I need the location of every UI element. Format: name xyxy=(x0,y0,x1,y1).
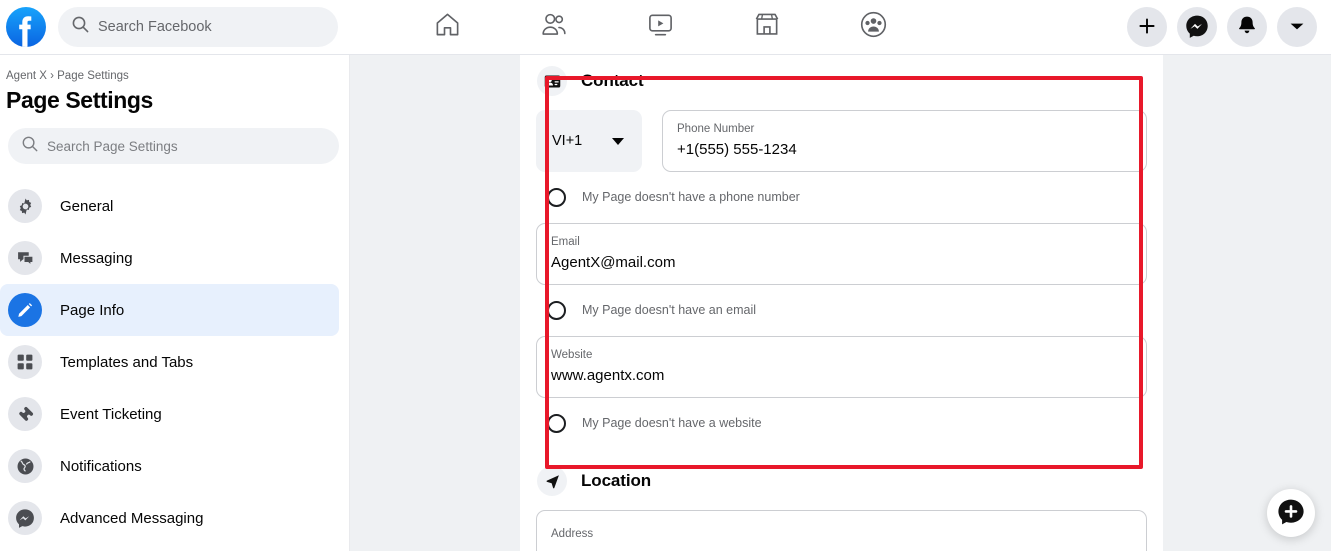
email-label: Email xyxy=(551,236,580,248)
country-code-select[interactable]: VI+1 xyxy=(536,110,642,172)
sidebar-item-label: Notifications xyxy=(60,457,142,475)
marketplace-icon xyxy=(754,11,780,43)
no-email-radio[interactable] xyxy=(547,300,566,320)
no-email-label: My Page doesn't have an email xyxy=(582,303,757,317)
contact-card-icon xyxy=(537,66,567,96)
email-input[interactable]: Email AgentX@mail.com xyxy=(536,223,1147,285)
caret-down-icon xyxy=(612,137,624,145)
nav-marketplace[interactable] xyxy=(728,4,806,50)
topbar-actions-group xyxy=(1127,0,1317,54)
country-code-value: VI+1 xyxy=(552,133,583,149)
page-info-card: Contact VI+1 Phone Number +1(555) 555-12… xyxy=(520,55,1163,551)
chevron-down-icon xyxy=(1289,20,1305,35)
messenger-icon xyxy=(1185,14,1209,41)
nav-home[interactable] xyxy=(408,4,486,50)
sidebar-item-notifications[interactable]: Notifications xyxy=(0,440,339,492)
chat-bubbles-icon xyxy=(8,241,42,275)
phone-number-value: +1(555) 555-1234 xyxy=(677,141,797,158)
account-menu-button[interactable] xyxy=(1277,7,1317,47)
topbar-left-group: Search Facebook xyxy=(0,7,338,47)
new-message-fab[interactable] xyxy=(1267,489,1315,537)
groups-icon xyxy=(860,11,887,43)
no-phone-radio-row[interactable]: My Page doesn't have a phone number xyxy=(536,177,1147,217)
address-input[interactable]: Address xyxy=(536,510,1147,551)
sidebar-item-label: Messaging xyxy=(60,249,133,267)
sidebar-search-placeholder: Search Page Settings xyxy=(47,138,178,154)
sidebar-item-label: Advanced Messaging xyxy=(60,509,204,527)
sidebar-item-label: Event Ticketing xyxy=(60,405,162,423)
sidebar-item-general[interactable]: General xyxy=(0,180,339,232)
website-value: www.agentx.com xyxy=(551,367,665,384)
facebook-page-settings-screen: Search Facebook Agent X › Page Settings … xyxy=(0,0,1331,551)
sidebar-item-page-info[interactable]: Page Info xyxy=(0,284,339,336)
create-button[interactable] xyxy=(1127,7,1167,47)
search-input[interactable]: Search Facebook xyxy=(58,7,338,47)
phone-row: VI+1 Phone Number +1(555) 555-1234 xyxy=(536,107,1147,172)
ticket-icon xyxy=(8,397,42,431)
email-value: AgentX@mail.com xyxy=(551,254,676,271)
sidebar-item-label: Page Info xyxy=(60,301,125,319)
location-section: Location Address xyxy=(520,455,1163,551)
search-placeholder: Search Facebook xyxy=(98,19,212,35)
no-phone-label: My Page doesn't have a phone number xyxy=(582,190,800,204)
message-plus-icon xyxy=(1276,497,1306,530)
sidebar-search-input[interactable]: Search Page Settings xyxy=(8,128,339,164)
contact-section: Contact VI+1 Phone Number +1(555) 555-12… xyxy=(520,55,1163,443)
notifications-button[interactable] xyxy=(1227,7,1267,47)
topbar-nav-group xyxy=(380,0,940,54)
sidebar-item-label: General xyxy=(60,197,114,215)
address-label: Address xyxy=(551,528,594,540)
search-icon xyxy=(72,16,89,38)
facebook-logo[interactable] xyxy=(6,7,46,47)
plus-icon xyxy=(1138,17,1156,38)
no-phone-radio[interactable] xyxy=(547,187,566,207)
no-website-radio[interactable] xyxy=(547,413,566,433)
settings-menu: General Messaging Page Info Templates an… xyxy=(0,180,349,544)
bell-icon xyxy=(1237,15,1257,39)
search-icon xyxy=(22,136,38,157)
top-navigation-bar: Search Facebook xyxy=(0,0,1331,55)
friends-icon xyxy=(540,11,568,43)
phone-number-label: Phone Number xyxy=(677,123,755,135)
sidebar-item-messaging[interactable]: Messaging xyxy=(0,232,339,284)
breadcrumb[interactable]: Agent X › Page Settings xyxy=(0,69,349,85)
sidebar-item-advanced-messaging[interactable]: Advanced Messaging xyxy=(0,492,339,544)
gear-icon xyxy=(8,189,42,223)
nav-watch[interactable] xyxy=(621,4,699,50)
settings-sidebar: Agent X › Page Settings Page Settings Se… xyxy=(0,55,350,551)
no-email-radio-row[interactable]: My Page doesn't have an email xyxy=(536,290,1147,330)
location-section-title: Location xyxy=(581,471,652,490)
navigation-arrow-icon xyxy=(537,466,567,496)
nav-friends[interactable] xyxy=(515,4,593,50)
messenger-icon xyxy=(8,501,42,535)
no-website-radio-row[interactable]: My Page doesn't have a website xyxy=(536,403,1147,443)
sidebar-item-templates-and-tabs[interactable]: Templates and Tabs xyxy=(0,336,339,388)
no-website-label: My Page doesn't have a website xyxy=(582,416,762,430)
grid-icon xyxy=(8,345,42,379)
settings-content-area: Contact VI+1 Phone Number +1(555) 555-12… xyxy=(350,55,1331,551)
location-section-header: Location xyxy=(536,455,1147,507)
globe-icon xyxy=(8,449,42,483)
contact-section-header: Contact xyxy=(536,55,1147,107)
website-input[interactable]: Website www.agentx.com xyxy=(536,336,1147,398)
messenger-button[interactable] xyxy=(1177,7,1217,47)
contact-section-title: Contact xyxy=(581,71,644,90)
website-label: Website xyxy=(551,349,593,361)
nav-groups[interactable] xyxy=(834,4,912,50)
sidebar-item-event-ticketing[interactable]: Event Ticketing xyxy=(0,388,339,440)
home-icon xyxy=(434,11,461,43)
page-title: Page Settings xyxy=(6,87,153,113)
sidebar-item-label: Templates and Tabs xyxy=(60,353,194,371)
pencil-icon xyxy=(8,293,42,327)
video-icon xyxy=(647,12,674,43)
phone-number-input[interactable]: Phone Number +1(555) 555-1234 xyxy=(662,110,1147,172)
